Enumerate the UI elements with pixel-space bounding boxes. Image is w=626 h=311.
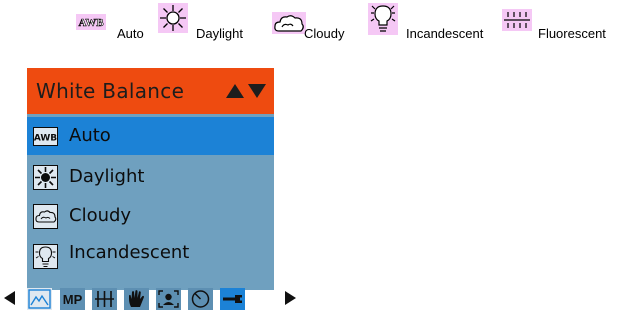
bulb-icon xyxy=(368,3,398,35)
tab-image-quality[interactable] xyxy=(27,288,52,310)
scroll-up-icon xyxy=(226,84,244,98)
menu-item-label-daylight: Daylight xyxy=(69,166,145,187)
svg-text:AWB: AWB xyxy=(34,134,57,144)
menu-item-auto[interactable]: AWB Auto xyxy=(27,117,274,155)
tab-portrait[interactable] xyxy=(156,288,181,310)
legend-label-cloudy: Cloudy xyxy=(304,26,345,41)
image-quality-icon xyxy=(28,289,51,309)
cloud-icon xyxy=(272,12,306,34)
menu-header: White Balance xyxy=(27,68,274,114)
metering-icon xyxy=(95,291,114,307)
menu-item-label-incandescent: Incandescent xyxy=(69,242,190,263)
tab-stabilizer[interactable] xyxy=(124,288,149,310)
tab-resolution[interactable]: MP xyxy=(60,288,85,310)
previous-tab-arrow-icon[interactable] xyxy=(4,291,15,305)
legend-label-auto: Auto xyxy=(117,26,144,41)
tab-self-timer[interactable] xyxy=(188,288,213,310)
menu-item-cloudy[interactable]: Cloudy xyxy=(27,197,274,235)
tab-metering[interactable] xyxy=(92,288,117,310)
bulb-icon xyxy=(33,244,58,269)
svg-text:AWB: AWB xyxy=(78,17,104,29)
next-tab-arrow-icon[interactable] xyxy=(285,291,296,305)
menu-item-daylight[interactable]: Daylight xyxy=(27,158,274,196)
awb-icon: AWB xyxy=(76,14,106,30)
scroll-down-icon xyxy=(248,84,266,98)
legend-label-fluorescent: Fluorescent xyxy=(538,26,606,41)
white-balance-menu: White Balance AWB Auto Daylight Cloudy I… xyxy=(27,68,274,290)
tab-setup[interactable] xyxy=(220,288,245,310)
legend-label-incandescent: Incandescent xyxy=(406,26,484,41)
fluorescent-icon xyxy=(502,9,532,31)
menu-title: White Balance xyxy=(36,79,185,103)
legend-label-daylight: Daylight xyxy=(196,26,243,41)
wrench-icon xyxy=(223,295,243,303)
menu-item-incandescent[interactable]: Incandescent xyxy=(27,234,274,272)
menu-scroll-arrows[interactable] xyxy=(224,82,268,100)
cloud-icon xyxy=(33,204,58,229)
sun-icon xyxy=(158,3,188,33)
awb-icon: AWB xyxy=(33,124,58,149)
portrait-icon xyxy=(158,290,179,308)
menu-item-label-cloudy: Cloudy xyxy=(69,205,132,226)
menu-item-label-auto: Auto xyxy=(69,125,111,146)
svg-text:MP: MP xyxy=(63,292,83,307)
white-balance-legend: AWB Auto Daylight Cloudy Incandescent Fl… xyxy=(0,0,626,56)
sun-icon xyxy=(33,165,58,190)
menu-tab-bar: MP xyxy=(0,288,310,311)
self-timer-icon xyxy=(191,290,210,308)
hand-icon xyxy=(129,290,144,307)
mp-icon: MP xyxy=(63,292,83,307)
